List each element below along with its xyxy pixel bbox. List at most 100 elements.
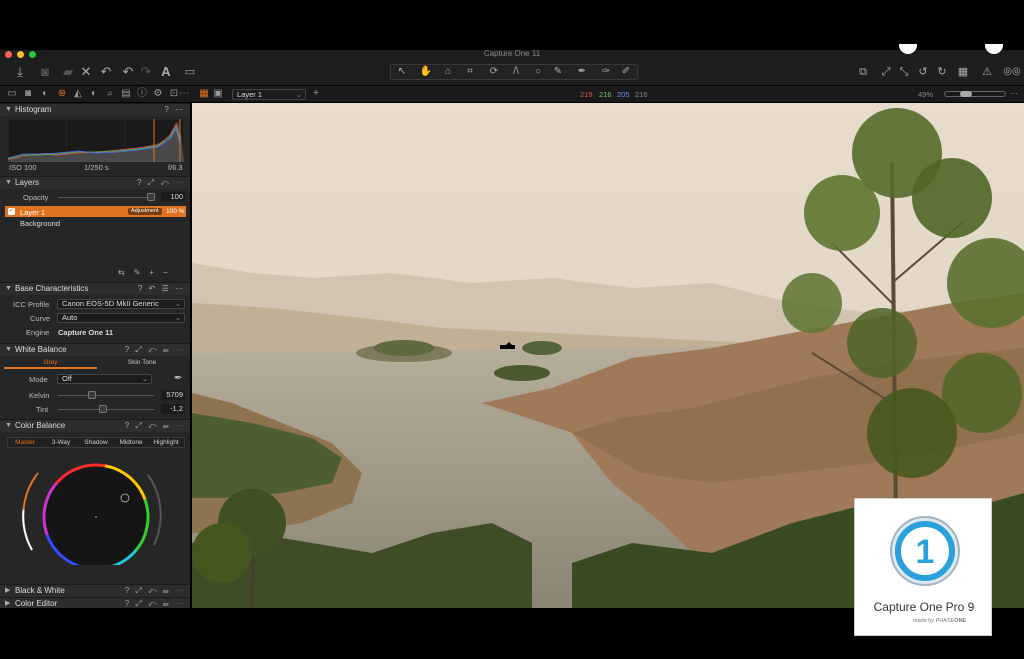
expand-triangle-icon: ▶ (5, 587, 11, 594)
collapse-triangle-icon: ▼ (5, 179, 12, 186)
grid-view-icon[interactable]: ▦ (198, 88, 210, 100)
layer-actions-icons[interactable]: ⇆✎+− (118, 268, 177, 277)
color-editor-header[interactable]: ▶ Color Editor ? ⤢ ↶ ☰ ⋯ (0, 597, 190, 608)
rotate-tool-icon[interactable]: ⟳ (486, 63, 502, 81)
delete-icon[interactable]: ✕ (78, 63, 94, 81)
tint-value[interactable]: -1,2 (161, 404, 185, 414)
color-wheel[interactable] (20, 455, 174, 565)
lens-tab-icon[interactable]: ◖ (38, 88, 50, 100)
help-icon[interactable]: ? ⋯ (164, 104, 185, 116)
color-tab-icon[interactable]: ⊛ (56, 88, 68, 100)
background-layer-name[interactable]: Background (20, 219, 60, 228)
warning-icon[interactable]: ⚠ (979, 63, 995, 81)
eyedropper-icon[interactable]: ✒ (174, 373, 182, 384)
ce-controls-icon[interactable]: ? ⤢ ↶ ☰ ⋯ (125, 598, 185, 608)
wb-controls-icon[interactable]: ? ⤢ ↶ ☰ ⋯ (125, 344, 185, 356)
output-tab-icon[interactable]: ⚙ (152, 88, 164, 100)
tab-midtone[interactable]: Midtone (114, 439, 148, 446)
select-cursor-icon[interactable]: ↖ (394, 63, 410, 81)
more-tabs-icon[interactable]: ⋯ (178, 88, 190, 100)
pan-hand-icon[interactable]: ✋ (418, 63, 434, 81)
histogram-header[interactable]: ▼ Histogram ? ⋯ (0, 103, 190, 116)
stack-icon[interactable]: ⧉ (855, 63, 871, 81)
opacity-slider-knob[interactable] (147, 193, 155, 201)
brush-icon[interactable]: ✎ (550, 63, 566, 81)
exposure-tab-icon[interactable]: ◭ (72, 88, 84, 100)
collapse-icon[interactable]: ⤡ (896, 63, 912, 81)
grid-icon[interactable]: ▦ (955, 63, 971, 81)
edit-icon[interactable]: ▭ (182, 63, 198, 81)
tint-slider-knob[interactable] (99, 405, 107, 413)
base-characteristics-header[interactable]: ▼ Base Characteristics ? ↶ ☰ ⋯ (0, 282, 190, 295)
zoom-slider[interactable] (944, 91, 1006, 97)
tab-skin-tone[interactable]: Skin Tone (97, 358, 187, 369)
black-white-header[interactable]: ▶ Black & White ? ⤢ ↶ ☰ ⋯ (0, 584, 190, 597)
chevron-down-icon: ⌄ (141, 374, 148, 383)
tab-highlight[interactable]: Highlight (149, 439, 183, 446)
kelvin-value[interactable]: 5709 (161, 390, 185, 400)
glasses-icon[interactable]: ◎◎ (1002, 63, 1022, 81)
tab-master[interactable]: Master (8, 439, 42, 446)
white-balance-header[interactable]: ▼ White Balance ? ⤢ ↶ ☰ ⋯ (0, 343, 190, 356)
capture-tab-icon[interactable]: ◙ (22, 88, 34, 100)
logo-numeral: 1 (916, 533, 935, 571)
capture-one-pro-9-logo: 1 Capture One Pro 9 made by PHASEONE (854, 498, 992, 636)
more-icon[interactable]: ⋯ (1010, 89, 1018, 98)
color-picker-icon[interactable]: ✒ (574, 63, 590, 81)
undo-icon[interactable]: ↶ (120, 63, 136, 81)
chevron-down-icon: ⌄ (295, 90, 302, 99)
curve-label: Curve (30, 314, 51, 323)
layers-controls-icon[interactable]: ? ⤢ ↶ ⋯ (137, 177, 185, 189)
add-layer-icon[interactable]: + (310, 88, 322, 100)
import-icon[interactable]: ⤓ (12, 63, 28, 81)
kelvin-slider-knob[interactable] (88, 391, 96, 399)
tab-shadow[interactable]: Shadow (79, 439, 113, 446)
details-tab-icon[interactable]: ◐ (88, 88, 100, 100)
tab-3-way[interactable]: 3-Way (44, 439, 78, 446)
undo-history-icon[interactable]: ↶ (98, 63, 114, 81)
icc-profile-select[interactable]: Canon EOS-5D MkII Generic ⌄ (57, 299, 185, 309)
local-adjustments-tab-icon[interactable]: ⌕ (104, 88, 116, 100)
rotate-left-icon[interactable]: ↺ (915, 63, 931, 81)
base-controls-icon[interactable]: ? ↶ ☰ ⋯ (138, 283, 185, 295)
capture-one-window: Capture One 11 ⤓ ◙ ▰ ✕ ↶ ↶ ↷ A ▭ ↖ ✋ ⌂ ⌗… (0, 0, 1024, 659)
expand-icon[interactable]: ⤢ (878, 63, 894, 81)
layer-select[interactable]: Layer 1 ⌄ (232, 89, 306, 100)
opacity-slider[interactable] (58, 197, 154, 198)
layers-title: Layers (15, 178, 40, 187)
spot-removal-icon[interactable]: ○ (530, 63, 546, 81)
library-tab-icon[interactable]: ▭ (6, 88, 18, 100)
layers-header[interactable]: ▼ Layers ? ⤢ ↶ ⋯ (0, 176, 190, 189)
tab-grey[interactable]: Grey (4, 358, 97, 369)
curve-select[interactable]: Auto ⌄ (57, 313, 185, 323)
eraser-icon[interactable]: ✐ (618, 63, 634, 81)
curve-value: Auto (62, 313, 78, 322)
loupe-icon[interactable]: ⌂ (440, 63, 456, 81)
text-icon[interactable]: A (158, 63, 174, 81)
collapse-triangle-icon: ▼ (5, 422, 12, 429)
rotate-right-icon[interactable]: ↻ (934, 63, 950, 81)
zoom-slider-knob[interactable] (960, 91, 972, 97)
annotation-icon[interactable]: ✑ (598, 63, 614, 81)
kelvin-slider[interactable] (58, 395, 154, 396)
camera-icon[interactable]: ◙ (37, 63, 53, 81)
keystone-icon[interactable]: /\ (508, 63, 524, 81)
histogram-shutter: 1/250 s (84, 163, 109, 172)
opacity-value[interactable]: 100 (161, 192, 185, 202)
bw-controls-icon[interactable]: ? ⤢ ↶ ☰ ⋯ (125, 585, 185, 597)
cb-controls-icon[interactable]: ? ⤢ ↶ ☰ ⋯ (125, 420, 185, 432)
tool-panel: ▼ Histogram? ⋯ ISO 100 1/250 s f/6.3 ▼ Lay… (0, 103, 191, 608)
mode-select[interactable]: Off ⌄ (57, 374, 152, 384)
info-tab-icon[interactable]: ⓘ (136, 88, 148, 100)
icc-profile-value: Canon EOS-5D MkII Generic (62, 299, 159, 308)
metadata-tab-icon[interactable]: ▤ (120, 88, 132, 100)
mode-label: Mode (29, 375, 48, 384)
folder-icon[interactable]: ▰ (60, 63, 76, 81)
collapse-triangle-icon: ▼ (5, 285, 12, 292)
layer-visibility-checkbox[interactable]: ✓ (8, 208, 15, 215)
single-view-icon[interactable]: ▣ (212, 88, 224, 100)
crop-icon[interactable]: ⌗ (462, 63, 478, 81)
color-balance-header[interactable]: ▼ Color Balance ? ⤢ ↶ ☰ ⋯ (0, 419, 190, 432)
histogram-title: Histogram (15, 105, 52, 114)
redo-icon[interactable]: ↷ (138, 63, 154, 81)
